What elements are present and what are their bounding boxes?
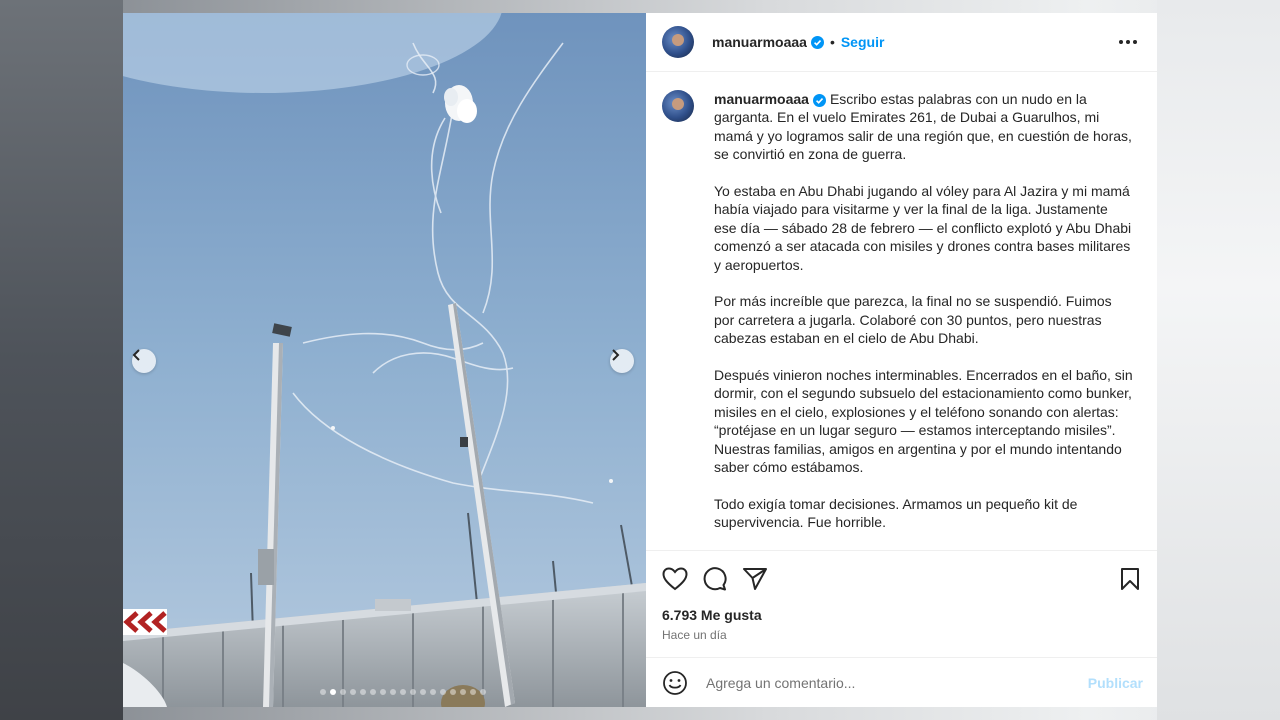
chevron-left-icon — [132, 349, 140, 361]
bookmark-icon — [1121, 568, 1139, 590]
carousel-dot — [389, 689, 396, 695]
more-options-button[interactable] — [1115, 34, 1141, 50]
caption-paragraph-2: Yo estaba en Abu Dhabi jugando al vóley … — [714, 183, 1132, 273]
emoji-icon — [663, 670, 687, 695]
carousel-dot — [329, 689, 336, 695]
carousel-dot — [379, 689, 386, 695]
comment-button[interactable] — [702, 567, 728, 591]
caption-area: manuarmoaaa Escribo estas palabras con un… — [646, 72, 1157, 550]
chevron-right-icon — [612, 349, 620, 361]
backdrop-left — [0, 0, 123, 720]
follow-button[interactable]: Seguir — [841, 34, 885, 50]
carousel-dot — [469, 689, 476, 695]
comment-input[interactable] — [706, 674, 1088, 691]
like-button[interactable] — [662, 567, 688, 591]
post-media — [123, 13, 646, 707]
backdrop-right — [1157, 0, 1280, 720]
caption-username[interactable]: manuarmoaaa — [714, 91, 809, 107]
more-icon-dot — [1126, 40, 1130, 44]
action-icons — [662, 565, 1141, 593]
post-actions: 6.793 Me gusta Hace un día — [646, 550, 1157, 642]
comment-bar: Publicar — [646, 657, 1157, 707]
more-icon — [1119, 40, 1123, 44]
caption-paragraph-4: Después vinieron noches interminables. E… — [714, 367, 1133, 476]
header-separator: • — [829, 34, 835, 50]
post-header: manuarmoaaa • Seguir — [646, 13, 1157, 72]
caption-text: manuarmoaaa Escribo estas palabras con un… — [714, 90, 1134, 550]
carousel-dot — [479, 689, 486, 695]
carousel-dot — [399, 689, 406, 695]
carousel-dot — [369, 689, 376, 695]
caption-paragraph: manuarmoaaa Escribo estas palabras con un… — [714, 90, 1134, 164]
save-button[interactable] — [1119, 567, 1141, 591]
heart-icon — [662, 567, 688, 591]
post-panel: manuarmoaaa • Seguir manuarmoaaa Escribo … — [646, 13, 1157, 707]
carousel-prev-button[interactable] — [132, 349, 156, 373]
post-photo — [123, 13, 646, 707]
caption-avatar[interactable] — [662, 90, 694, 122]
carousel-next-button[interactable] — [610, 349, 634, 373]
share-icon — [743, 568, 767, 590]
carousel-dot — [419, 689, 426, 695]
verified-icon — [810, 35, 824, 49]
carousel-dot — [409, 689, 416, 695]
carousel-dot — [439, 689, 446, 695]
carousel-dot — [319, 689, 326, 695]
carousel-dot — [429, 689, 436, 695]
carousel-dots — [123, 689, 646, 695]
emoji-button[interactable] — [662, 670, 688, 696]
caption-paragraph-5: Todo exigía tomar decisiones. Armamos un… — [714, 495, 1078, 531]
carousel-dot — [339, 689, 346, 695]
post-timestamp[interactable]: Hace un día — [662, 628, 1141, 642]
carousel-dot — [459, 689, 466, 695]
header-username[interactable]: manuarmoaaa — [712, 34, 807, 50]
share-button[interactable] — [742, 567, 768, 591]
carousel-dot — [349, 689, 356, 695]
carousel-dot — [359, 689, 366, 695]
likes-count[interactable]: 6.793 Me gusta — [662, 607, 1141, 623]
comment-icon — [703, 567, 727, 591]
caption-paragraph-3: Por más increíble que parezca, la final … — [714, 293, 1112, 347]
publish-button[interactable]: Publicar — [1088, 675, 1143, 691]
avatar[interactable] — [662, 26, 694, 58]
more-icon-dot — [1133, 40, 1137, 44]
verified-icon — [812, 93, 826, 107]
carousel-dot — [449, 689, 456, 695]
